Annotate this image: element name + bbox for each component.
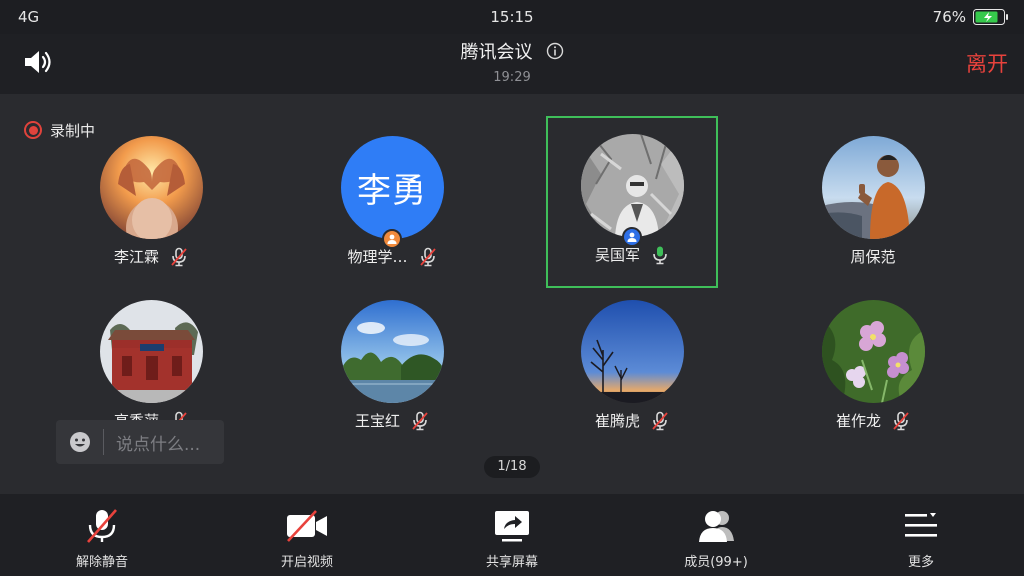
members-label: 成员(99+) bbox=[684, 555, 748, 570]
mic-muted-icon bbox=[87, 509, 117, 543]
more-label: 更多 bbox=[907, 555, 934, 570]
avatar: 李勇 bbox=[340, 136, 444, 239]
meeting-header: 腾讯会议 19:29 离开 bbox=[0, 34, 1024, 94]
avatar bbox=[580, 300, 684, 403]
participant-tile[interactable]: 李江霖 bbox=[65, 118, 237, 290]
person-icon bbox=[387, 234, 397, 244]
emoji-icon[interactable] bbox=[69, 431, 91, 453]
mic-muted-icon bbox=[412, 411, 428, 430]
battery-percent: 76% bbox=[932, 8, 966, 26]
chat-input[interactable]: 说点什么... bbox=[56, 420, 224, 464]
avatar bbox=[821, 136, 925, 239]
mic-muted-icon bbox=[652, 411, 668, 430]
person-icon bbox=[627, 232, 637, 242]
unmute-label: 解除静音 bbox=[75, 555, 128, 570]
mic-muted-icon bbox=[171, 247, 187, 266]
bottom-toolbar: 解除静音 开启视频 共享屏幕 成员(99+) 更多 bbox=[0, 494, 1024, 576]
avatar bbox=[340, 300, 444, 403]
mic-muted-icon bbox=[893, 411, 909, 430]
leave-button[interactable]: 离开 bbox=[966, 48, 1008, 78]
participant-name: 吴国军 bbox=[594, 246, 640, 264]
more-menu-icon bbox=[905, 513, 937, 537]
participant-tile[interactable]: 周保范 bbox=[787, 118, 959, 290]
participant-gallery: 录制中 李江霖 李勇 物理学… 吴国军 周保范 王宝红 崔腾虎 崔作龙 说点什么… bbox=[0, 94, 1024, 494]
participant-tile[interactable]: 李勇 物理学… bbox=[306, 118, 478, 290]
camera-off-icon bbox=[287, 510, 327, 542]
participant-tile[interactable]: 崔腾虎 bbox=[546, 282, 718, 454]
divider bbox=[103, 429, 104, 455]
avatar bbox=[821, 300, 925, 403]
avatar bbox=[580, 134, 684, 237]
info-icon[interactable] bbox=[546, 42, 564, 60]
participant-name: 崔腾虎 bbox=[594, 412, 640, 430]
members-icon bbox=[699, 511, 734, 542]
share-screen-button[interactable]: 共享屏幕 bbox=[452, 494, 572, 576]
avatar bbox=[99, 300, 203, 403]
battery-icon bbox=[973, 9, 1008, 25]
avatar bbox=[99, 136, 203, 239]
participant-name: 王宝红 bbox=[354, 412, 400, 430]
share-screen-label: 共享屏幕 bbox=[485, 555, 538, 570]
mic-active-icon bbox=[653, 246, 667, 264]
avatar-text: 李勇 bbox=[357, 171, 427, 211]
participant-name: 物理学… bbox=[347, 248, 408, 266]
members-button[interactable]: 成员(99+) bbox=[656, 494, 776, 576]
participant-name: 周保范 bbox=[850, 248, 896, 266]
participant-name: 李江霖 bbox=[113, 248, 159, 266]
share-screen-icon bbox=[495, 511, 529, 542]
more-button[interactable]: 更多 bbox=[861, 494, 981, 576]
record-icon bbox=[24, 121, 42, 139]
unmute-button[interactable]: 解除静音 bbox=[42, 494, 162, 576]
start-video-button[interactable]: 开启视频 bbox=[247, 494, 367, 576]
participant-tile[interactable]: 王宝红 bbox=[306, 282, 478, 454]
participant-tile-speaking[interactable]: 吴国军 bbox=[546, 116, 718, 288]
participant-tile[interactable]: 崔作龙 bbox=[787, 282, 959, 454]
mic-muted-icon bbox=[419, 247, 436, 266]
clock: 15:15 bbox=[490, 8, 534, 26]
meeting-duration: 19:29 bbox=[493, 70, 531, 85]
page-indicator: 1/18 bbox=[484, 456, 540, 478]
start-video-label: 开启视频 bbox=[280, 555, 333, 570]
participant-name: 崔作龙 bbox=[835, 412, 881, 430]
status-bar: 4G 15:15 76% bbox=[0, 0, 1024, 34]
meeting-title: 腾讯会议 bbox=[460, 42, 533, 63]
chat-placeholder: 说点什么... bbox=[116, 434, 201, 455]
